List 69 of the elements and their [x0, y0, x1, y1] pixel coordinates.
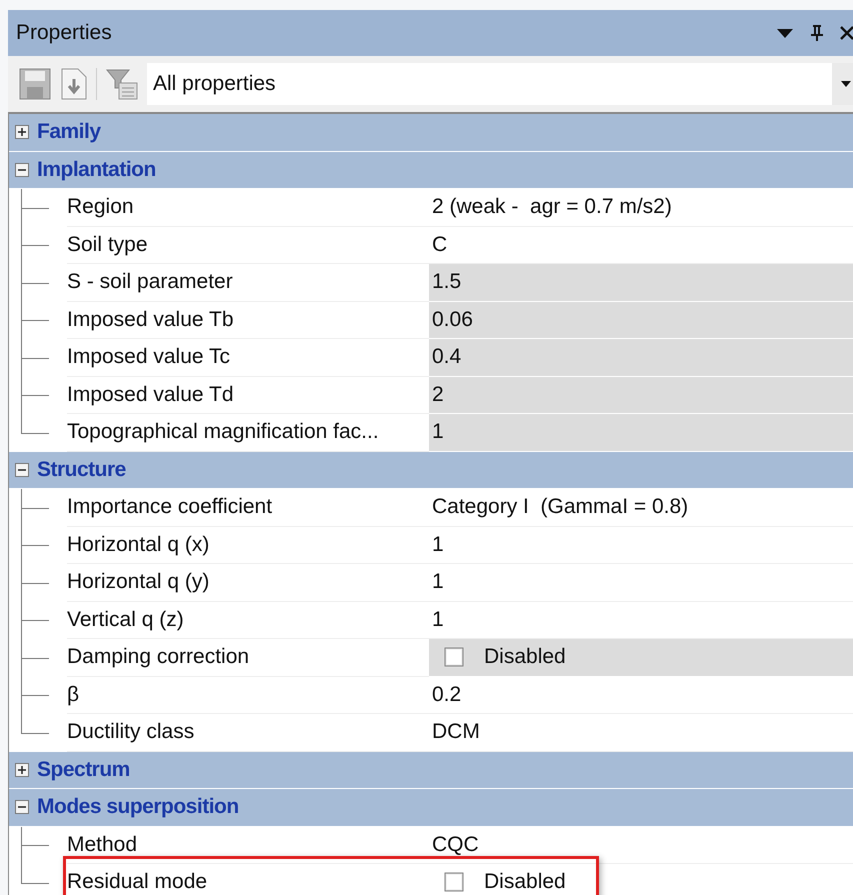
expander-icon[interactable]: [15, 125, 29, 140]
property-value[interactable]: 0.4: [429, 339, 853, 376]
property-value[interactable]: Disabled: [429, 639, 853, 676]
checkbox[interactable]: [444, 872, 464, 892]
property-value[interactable]: CQC: [429, 826, 853, 864]
property-value[interactable]: Category I (GammaI = 0.8): [429, 489, 853, 526]
value-text: DCM: [432, 720, 480, 744]
value-text: 0.4: [432, 345, 462, 370]
checkbox[interactable]: [444, 647, 464, 668]
property-label: S - soil parameter: [67, 264, 429, 302]
value-text: 1: [432, 570, 444, 594]
category-header[interactable]: Spectrum: [9, 752, 853, 789]
category-name: Family: [37, 120, 101, 144]
value-text: 1: [432, 532, 444, 557]
checkbox-label: Disabled: [484, 645, 566, 670]
document-arrow-icon[interactable]: [60, 67, 88, 101]
property-label: Horizontal q (y): [67, 564, 429, 602]
checkbox-label: Disabled: [484, 870, 566, 894]
dropdown-arrow-icon[interactable]: [776, 27, 794, 39]
property-label: Imposed value Tb: [67, 302, 429, 339]
filter-dropdown[interactable]: All properties: [147, 63, 853, 105]
property-label: Horizontal q (x): [67, 526, 429, 564]
property-value[interactable]: 1: [429, 564, 853, 602]
property-label: Soil type: [67, 226, 429, 264]
property-label: Imposed value Tc: [67, 339, 429, 376]
property-label: Imposed value Td: [67, 376, 429, 414]
property-label: β: [67, 676, 429, 714]
property-value[interactable]: 0.2: [429, 676, 853, 714]
expander-icon[interactable]: [15, 762, 29, 777]
category-header[interactable]: Family: [9, 114, 853, 152]
property-label: Residual mode: [67, 864, 429, 895]
category-header[interactable]: Structure: [9, 452, 853, 489]
window-title: Properties: [16, 21, 112, 45]
value-text: CQC: [432, 832, 479, 857]
property-value[interactable]: 1: [429, 526, 853, 564]
category-name: Spectrum: [37, 758, 130, 782]
category-header[interactable]: Modes superposition: [9, 789, 853, 826]
expander-icon[interactable]: [15, 162, 29, 177]
category-name: Implantation: [37, 158, 156, 182]
close-icon[interactable]: [840, 25, 853, 41]
save-icon[interactable]: [18, 67, 52, 101]
property-label: Damping correction: [67, 639, 429, 676]
property-value[interactable]: 2 (weak - agr = 0.7 m/s2): [429, 189, 853, 226]
value-text: 2: [432, 382, 444, 407]
category-header[interactable]: Implantation: [9, 152, 853, 189]
value-text: 0.2: [432, 682, 462, 707]
property-value[interactable]: 2: [429, 376, 853, 414]
value-text: 2 (weak - agr = 0.7 m/s2): [432, 195, 672, 220]
property-value[interactable]: Disabled: [429, 864, 853, 895]
value-text: C: [432, 232, 448, 257]
value-text: Category I (GammaI = 0.8): [432, 495, 688, 520]
value-text: 0.06: [432, 308, 473, 332]
property-value[interactable]: 0.06: [429, 302, 853, 339]
filter-icon[interactable]: [105, 67, 139, 101]
category-name: Modes superposition: [37, 795, 239, 820]
property-label: Importance coefficient: [67, 489, 429, 526]
expander-icon[interactable]: [15, 462, 29, 477]
dropdown-arrow-icon: [840, 80, 852, 88]
property-value[interactable]: 1: [429, 414, 853, 452]
property-value[interactable]: 1.5: [429, 264, 853, 302]
property-label: Region: [67, 189, 429, 226]
value-text: 1: [432, 608, 444, 632]
property-label: Method: [67, 826, 429, 864]
property-label: Vertical q (z): [67, 602, 429, 639]
pin-icon[interactable]: [810, 24, 824, 42]
expander-icon[interactable]: [15, 800, 29, 814]
category-name: Structure: [37, 458, 126, 482]
value-text: 1: [432, 420, 444, 444]
value-text: 1.5: [432, 270, 462, 294]
